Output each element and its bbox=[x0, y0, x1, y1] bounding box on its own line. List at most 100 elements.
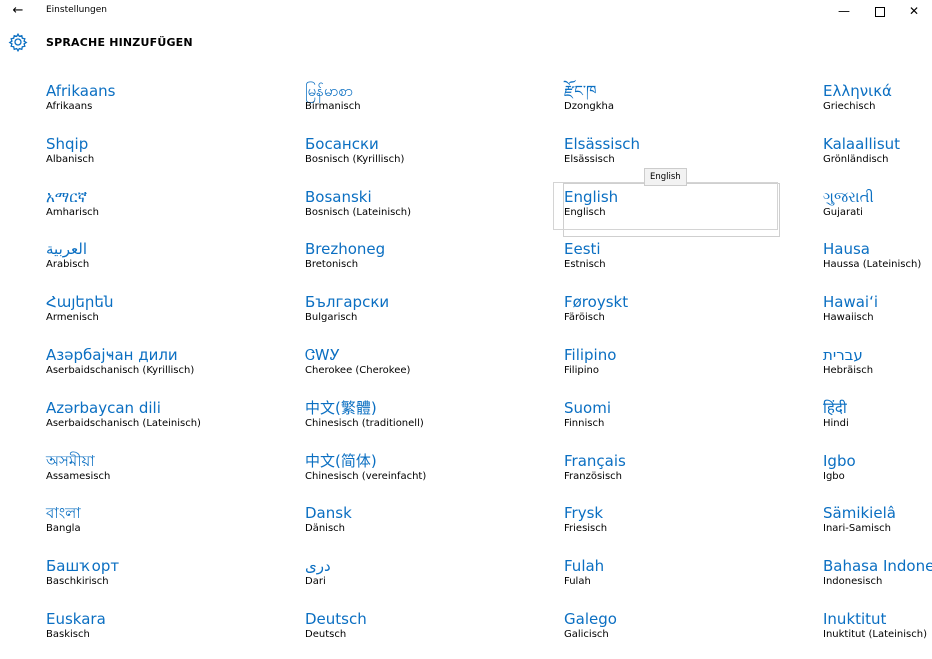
language-item-assamese[interactable]: অসমীয়া Assamesisch bbox=[46, 448, 261, 501]
language-item-frisian[interactable]: Frysk Friesisch bbox=[564, 500, 779, 553]
language-column-4: Ελληνικά Griechisch Kalaallisut Grönländis… bbox=[823, 78, 932, 659]
language-german-name: Birmanisch bbox=[305, 101, 361, 112]
language-german-name: Hawaiisch bbox=[823, 312, 874, 324]
language-german-name: Griechisch bbox=[823, 101, 876, 112]
language-item-hebrew[interactable]: עברית Hebräisch bbox=[823, 342, 932, 395]
language-item-azerbaijani-latin[interactable]: Azərbaycan dili Aserbaidschanisch (Latein… bbox=[46, 395, 261, 448]
language-german-name: Indonesisch bbox=[823, 576, 883, 588]
language-item-arabic[interactable]: العربية Arabisch bbox=[46, 236, 261, 289]
language-item-danish[interactable]: Dansk Dänisch bbox=[305, 500, 520, 553]
language-item-gujarati[interactable]: ગુજરાતી Gujarati bbox=[823, 184, 932, 237]
language-item-igbo[interactable]: Igbo Igbo bbox=[823, 448, 932, 501]
language-item-greek[interactable]: Ελληνικά Griechisch bbox=[823, 78, 932, 131]
language-german-name: Cherokee (Cherokee) bbox=[305, 364, 411, 376]
language-native-name: Հայերեն bbox=[46, 293, 114, 312]
language-german-name: Bosnisch (Kyrillisch) bbox=[305, 153, 405, 165]
language-native-name: རྫོང་ཁ bbox=[564, 82, 597, 100]
language-item-estonian[interactable]: Eesti Estnisch bbox=[564, 236, 779, 289]
language-item-greenlandic[interactable]: Kalaallisut Grönländisch bbox=[823, 131, 932, 184]
language-item-bulgarian[interactable]: Български Bulgarisch bbox=[305, 289, 520, 342]
language-native-name: हिंदी bbox=[823, 398, 847, 417]
language-item-french[interactable]: Français Französisch bbox=[564, 448, 779, 501]
language-native-name: Brezhoneg bbox=[305, 240, 386, 259]
language-native-name: Igbo bbox=[823, 451, 856, 470]
language-german-name: Chinesisch (traditionell) bbox=[305, 417, 424, 429]
language-item-bangla[interactable]: বাংলা Bangla bbox=[46, 500, 261, 553]
language-item-hawaiian[interactable]: Hawaiʻi Hawaiisch bbox=[823, 289, 932, 342]
language-german-name: Friesisch bbox=[564, 523, 608, 535]
language-native-name: Fulah bbox=[564, 557, 605, 576]
language-native-name: Eesti bbox=[564, 240, 601, 259]
language-item-amharic[interactable]: አማርኛ Amharisch bbox=[46, 184, 261, 237]
language-german-name: Baskisch bbox=[46, 628, 90, 640]
language-german-name: Bretonisch bbox=[305, 259, 359, 271]
language-item-basque[interactable]: Euskara Baskisch bbox=[46, 606, 261, 659]
language-item-finnish[interactable]: Suomi Finnisch bbox=[564, 395, 779, 448]
language-native-name: Elsässisch bbox=[564, 134, 641, 153]
language-german-name: Bosnisch (Lateinisch) bbox=[305, 206, 412, 218]
language-item-cherokee[interactable]: ᏣᎳᎩ Cherokee (Cherokee) bbox=[305, 342, 520, 395]
language-native-name: Босански bbox=[305, 134, 379, 153]
language-native-name: অসমীয়া bbox=[46, 451, 95, 470]
language-item-dzongkha[interactable]: རྫོང་ཁ Dzongkha bbox=[564, 78, 779, 131]
language-native-name: Shqip bbox=[46, 134, 89, 153]
language-item-albanian[interactable]: Shqip Albanisch bbox=[46, 131, 261, 184]
language-german-name: Arabisch bbox=[46, 259, 90, 271]
language-german-name: Färöisch bbox=[564, 312, 605, 324]
language-native-name: Hausa bbox=[823, 240, 870, 259]
language-native-name: Suomi bbox=[564, 398, 611, 417]
language-german-name: Dari bbox=[305, 576, 326, 588]
language-german-name: Bulgarisch bbox=[305, 312, 358, 324]
language-native-name: বাংলা bbox=[46, 504, 81, 523]
language-item-english[interactable]: English Englisch bbox=[553, 181, 780, 238]
language-column-1: Afrikaans Afrikaans Shqip Albanisch አማርኛ Am… bbox=[46, 78, 261, 659]
language-native-name: Inuktitut bbox=[823, 609, 887, 628]
language-item-fulah[interactable]: Fulah Fulah bbox=[564, 553, 779, 606]
language-german-name: Filipino bbox=[564, 364, 599, 376]
language-item-filipino[interactable]: Filipino Filipino bbox=[564, 342, 779, 395]
language-item-azerbaijani-cyrillic[interactable]: Азәрбајҹан дили Aserbaidschanisch (Kyrill… bbox=[46, 342, 261, 395]
language-item-breton[interactable]: Brezhoneg Bretonisch bbox=[305, 236, 520, 289]
language-german-name: Armenisch bbox=[46, 312, 99, 324]
language-native-name: Français bbox=[564, 451, 626, 470]
language-native-name: العربية bbox=[46, 240, 87, 259]
language-german-name: Finnisch bbox=[564, 417, 605, 429]
language-item-hausa[interactable]: Hausa Haussa (Lateinisch) bbox=[823, 236, 932, 289]
language-native-name: English bbox=[564, 187, 619, 206]
language-item-inuktitut[interactable]: Inuktitut Inuktitut (Lateinisch) bbox=[823, 606, 932, 659]
language-german-name: Galicisch bbox=[564, 628, 609, 640]
language-item-burmese[interactable]: မြန်မာစာ Birmanisch bbox=[305, 78, 520, 131]
language-column-3: རྫོང་ཁ Dzongkha Elsässisch Elsässisch Engl… bbox=[553, 78, 780, 659]
language-item-armenian[interactable]: Հայերեն Armenisch bbox=[46, 289, 261, 342]
language-german-name: Igbo bbox=[823, 470, 845, 482]
language-german-name: Gujarati bbox=[823, 206, 863, 218]
language-german-name: Aserbaidschanisch (Kyrillisch) bbox=[46, 364, 195, 376]
language-item-bosnian-latin[interactable]: Bosanski Bosnisch (Lateinisch) bbox=[305, 184, 520, 237]
tooltip: English bbox=[644, 168, 687, 186]
language-german-name: Aserbaidschanisch (Lateinisch) bbox=[46, 417, 201, 429]
language-item-bashkir[interactable]: Башҡорт Baschkirisch bbox=[46, 553, 261, 606]
language-item-bosnian-cyrillic[interactable]: Босански Bosnisch (Kyrillisch) bbox=[305, 131, 520, 184]
language-item-german[interactable]: Deutsch Deutsch bbox=[305, 606, 520, 659]
language-item-indonesian[interactable]: Bahasa IndonesiaIndonesisch bbox=[823, 553, 932, 606]
language-native-name: Afrikaans bbox=[46, 82, 116, 100]
language-native-name: Deutsch bbox=[305, 609, 367, 628]
language-german-name: Grönländisch bbox=[823, 153, 889, 165]
language-native-name: ગુજરાતી bbox=[823, 187, 874, 206]
language-item-chinese-simplified[interactable]: 中文(简体) Chinesisch (vereinfacht) bbox=[305, 448, 520, 501]
language-native-name: Azərbaycan dili bbox=[46, 398, 161, 417]
language-german-name: Albanisch bbox=[46, 153, 95, 165]
language-german-name: Inari-Samisch bbox=[823, 523, 891, 535]
language-native-name: Bahasa Indonesia bbox=[823, 557, 932, 576]
language-item-faroese[interactable]: Føroyskt Färöisch bbox=[564, 289, 779, 342]
language-item-inari-sami[interactable]: Sämikielâ Inari-Samisch bbox=[823, 500, 932, 553]
language-german-name: Englisch bbox=[564, 206, 606, 218]
language-german-name: Französisch bbox=[564, 470, 623, 482]
language-german-name: Afrikaans bbox=[46, 101, 93, 112]
language-item-afrikaans[interactable]: Afrikaans Afrikaans bbox=[46, 78, 261, 131]
language-native-name: Dansk bbox=[305, 504, 352, 523]
language-item-hindi[interactable]: हिंदी Hindi bbox=[823, 395, 932, 448]
language-item-dari[interactable]: دری Dari bbox=[305, 553, 520, 606]
language-item-chinese-traditional[interactable]: 中文(繁體) Chinesisch (traditionell) bbox=[305, 395, 520, 448]
language-item-galician[interactable]: Galego Galicisch bbox=[564, 606, 779, 659]
